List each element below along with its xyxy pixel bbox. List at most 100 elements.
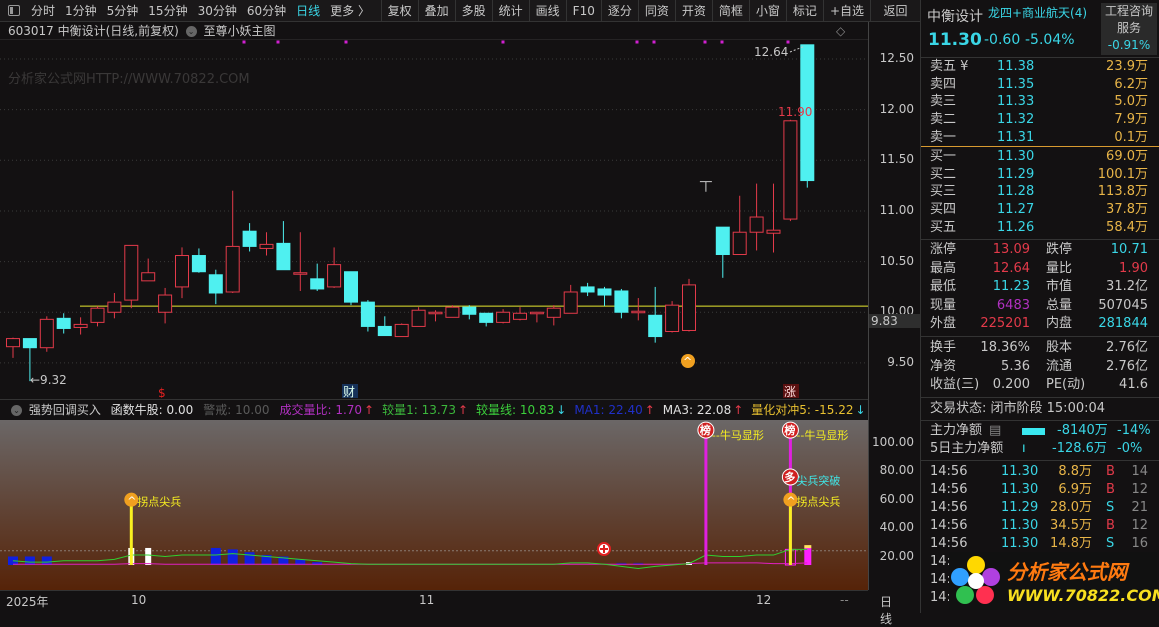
asks-label: 卖五 ¥: [930, 59, 969, 74]
indicator-value-1: 警戒: 10.00: [203, 403, 270, 417]
bids-label: 买五: [930, 219, 957, 235]
stat-label: 收益(三): [930, 377, 980, 392]
candle[interactable]: [479, 312, 494, 327]
sector-box[interactable]: 工程咨询服务 -0.91%: [1101, 3, 1157, 55]
date-dec: 12: [756, 593, 772, 607]
candlestick-chart[interactable]: ←9.32 12.64 11.90 $ 财 涨 ^: [0, 40, 868, 398]
candle[interactable]: [394, 323, 409, 338]
candle[interactable]: [749, 183, 764, 251]
candle[interactable]: [614, 288, 629, 319]
candle[interactable]: [191, 248, 206, 273]
main-flow5-pct: -0%: [1117, 441, 1143, 456]
candle-body: [191, 255, 206, 273]
candle[interactable]: [631, 298, 646, 321]
indicator-name[interactable]: 强势回调买入: [29, 403, 101, 417]
candle[interactable]: [225, 190, 240, 294]
candle[interactable]: [175, 247, 189, 299]
chevron-down-icon[interactable]: ⌄: [11, 405, 22, 416]
list-icon[interactable]: ▤: [989, 422, 1001, 440]
period-tab-0[interactable]: 分时: [26, 2, 60, 19]
candle[interactable]: [6, 337, 20, 358]
candle[interactable]: [73, 317, 88, 335]
toolbar-button-3[interactable]: 统计: [491, 0, 529, 22]
toolbar-button-7[interactable]: 同资: [637, 0, 675, 22]
candle[interactable]: [496, 309, 511, 324]
period-tab-6[interactable]: 日线: [291, 2, 325, 19]
candle[interactable]: [310, 263, 325, 291]
candle[interactable]: [783, 119, 798, 222]
tick-price: 11.30: [1001, 482, 1039, 497]
candle[interactable]: [411, 307, 426, 327]
candle[interactable]: [529, 311, 544, 323]
toolbar-button-11[interactable]: 标记: [785, 0, 823, 22]
signal-dot: [635, 40, 639, 44]
candle[interactable]: [158, 287, 173, 324]
period-tab-4[interactable]: 30分钟: [193, 2, 242, 19]
candle[interactable]: [276, 221, 291, 271]
candle[interactable]: [597, 286, 612, 307]
period-tab-3[interactable]: 15分钟: [143, 2, 192, 19]
tick-count: 12: [1131, 518, 1148, 533]
candle[interactable]: [580, 282, 595, 297]
candle-body: [580, 286, 595, 293]
candle[interactable]: [462, 305, 477, 320]
candle[interactable]: [259, 232, 274, 256]
candle[interactable]: [766, 183, 781, 253]
toolbar-button-0[interactable]: 复权: [380, 0, 418, 22]
candle[interactable]: [208, 269, 223, 305]
diamond-icon[interactable]: ◇: [836, 22, 845, 40]
candle[interactable]: [513, 307, 527, 321]
candle[interactable]: [445, 305, 460, 318]
chart-title-bar: 603017 中衡设计(日线,前复权) ⌄ 至尊小妖主图 ◇: [0, 22, 1136, 40]
toolbar-button-12[interactable]: +自选: [822, 0, 870, 22]
candle-body: [259, 243, 274, 249]
candle[interactable]: [344, 271, 358, 306]
toolbar-button-9[interactable]: 简框: [711, 0, 749, 22]
toolbar-button-5[interactable]: F10: [565, 0, 601, 22]
indicator-axis-label: 60.00: [879, 491, 914, 506]
tick-row: 14:56 11.30 8.8万 B 14: [921, 463, 1159, 481]
stat-value: 507045: [1098, 297, 1148, 313]
candle[interactable]: [715, 226, 730, 278]
candle[interactable]: [665, 301, 680, 333]
candle[interactable]: [107, 293, 122, 319]
candle[interactable]: [377, 316, 392, 337]
toolbar-button-13[interactable]: 返回: [870, 0, 920, 22]
candle[interactable]: [360, 300, 375, 332]
candle[interactable]: [732, 195, 747, 256]
toolbar-button-1[interactable]: 叠加: [417, 0, 455, 22]
bids-price: 11.27: [997, 202, 1035, 218]
toolbar-button-8[interactable]: 开资: [674, 0, 712, 22]
candle[interactable]: [546, 305, 561, 326]
sidebar-toggle-icon[interactable]: [8, 5, 20, 16]
candle[interactable]: [563, 284, 578, 314]
period-label[interactable]: 日线: [880, 593, 892, 627]
toolbar-button-2[interactable]: 多股: [454, 0, 492, 22]
signal-dot: [720, 40, 724, 44]
candle[interactable]: [682, 278, 696, 332]
period-tab-5[interactable]: 60分钟: [242, 2, 291, 19]
candle[interactable]: [56, 313, 71, 334]
stat-value: 31.2亿: [1106, 279, 1148, 294]
period-tab-7[interactable]: 更多 〉: [325, 2, 375, 19]
main-indicator-selector[interactable]: 至尊小妖主图: [203, 24, 275, 38]
toolbar-button-4[interactable]: 画线: [528, 0, 566, 22]
toolbar-button-6[interactable]: 逐分: [600, 0, 638, 22]
trend-arrow-icon: ↑: [733, 403, 744, 417]
stock-tag[interactable]: 龙四+商业航天(4): [988, 4, 1087, 21]
candle[interactable]: [124, 244, 139, 309]
candle[interactable]: [327, 247, 342, 288]
asks-row: 卖一 11.31 0.1万: [921, 129, 1159, 147]
stat-value: 0.200: [992, 377, 1030, 392]
candle[interactable]: [90, 306, 105, 327]
candle[interactable]: [39, 316, 54, 352]
signal-label: 拐点尖兵: [137, 495, 181, 509]
candle[interactable]: [648, 286, 663, 343]
candle[interactable]: [242, 223, 257, 252]
chevron-down-icon[interactable]: ⌄: [185, 26, 197, 37]
indicator-chart[interactable]: ^ 拐点尖兵榜 --牛马显形榜 --牛马显形多 尖兵突破^ 拐点尖兵: [0, 420, 868, 590]
period-tab-2[interactable]: 5分钟: [102, 2, 144, 19]
period-tab-1[interactable]: 1分钟: [60, 2, 102, 19]
candle[interactable]: [428, 310, 443, 322]
toolbar-button-10[interactable]: 小窗: [748, 0, 786, 22]
